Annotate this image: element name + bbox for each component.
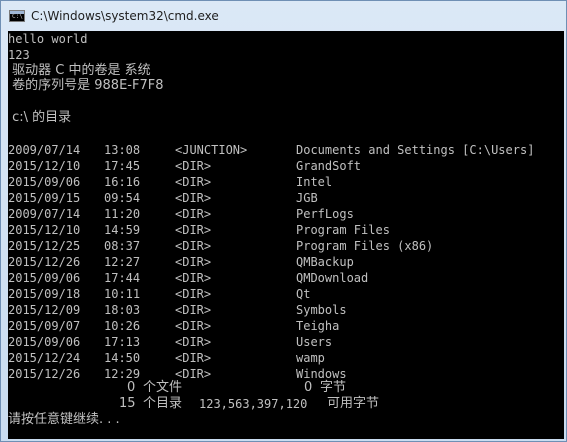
directory-entry-row: 2009/07/14 11:20 <DIR> PerfLogs [8, 206, 548, 222]
entry-time: 18:03 [104, 303, 141, 317]
serial-number-line: 卷的序列号是 988E-F7F8 [8, 78, 164, 93]
entry-time: 12:27 [104, 255, 141, 269]
entry-type: <DIR> [175, 175, 212, 189]
entry-date: 2015/12/10 [8, 159, 81, 173]
entry-name: QMBackup [296, 255, 354, 269]
dirs-summary-line: 15 个目录 123,563,397,120 可用字节 [8, 396, 548, 412]
entry-time: 10:11 [104, 287, 141, 301]
console-output[interactable]: hello world 123 驱动器 C 中的卷是 系统 卷的序列号是 988… [8, 31, 564, 439]
entry-type: <DIR> [175, 271, 212, 285]
files-bytes: 0 [304, 380, 313, 395]
entry-name: PerfLogs [296, 207, 354, 221]
entry-time: 10:26 [104, 319, 141, 333]
dirs-label: 个目录 [143, 396, 183, 411]
directory-entry-row: 2015/09/18 10:11 <DIR> Qt [8, 286, 548, 302]
entry-name: Program Files (x86) [296, 239, 434, 253]
entry-time: 16:16 [104, 175, 141, 189]
entry-type: <DIR> [175, 223, 212, 237]
directory-entry-row: 2015/12/10 17:45 <DIR> GrandSoft [8, 158, 548, 174]
console-line: hello world [8, 32, 88, 46]
entry-name: Qt [296, 287, 311, 301]
entry-name: JGB [296, 191, 318, 205]
entry-date: 2015/09/18 [8, 287, 81, 301]
entry-type: <DIR> [175, 335, 212, 349]
entry-date: 2009/07/14 [8, 143, 81, 157]
directory-header: c:\ 的目录 [8, 110, 72, 125]
entry-name: Teigha [296, 319, 340, 333]
entry-date: 2015/09/06 [8, 175, 81, 189]
entry-name: GrandSoft [296, 159, 362, 173]
free-bytes: 123,563,397,120 [199, 397, 308, 411]
entry-date: 2015/12/10 [8, 223, 81, 237]
directory-entry-row: 2015/12/09 18:03 <DIR> Symbols [8, 302, 548, 318]
free-label: 可用字节 [327, 396, 380, 411]
entry-name: Symbols [296, 303, 347, 317]
directory-entry-row: 2015/09/15 09:54 <DIR> JGB [8, 190, 548, 206]
directory-entry-row: 2015/12/25 08:37 <DIR> Program Files (x86) [8, 238, 548, 254]
entry-date: 2015/12/26 [8, 255, 81, 269]
directory-entry-row: 2015/12/26 12:27 <DIR> QMBackup [8, 254, 548, 270]
entry-date: 2009/07/14 [8, 207, 81, 221]
directory-entry-row: 2015/09/06 17:44 <DIR> QMDownload [8, 270, 548, 286]
entry-time: 11:20 [104, 207, 141, 221]
entry-time: 14:59 [104, 223, 141, 237]
entry-date: 2015/12/09 [8, 303, 81, 317]
entry-time: 08:37 [104, 239, 141, 253]
console-line: 123 [8, 48, 30, 62]
dirs-count: 15 [119, 396, 136, 411]
entry-date: 2015/12/24 [8, 351, 81, 365]
directory-entry-row: 2015/09/06 16:16 <DIR> Intel [8, 174, 548, 190]
entry-date: 2015/09/15 [8, 191, 81, 205]
files-summary-line: 0 个文件 0 字节 [8, 380, 548, 396]
entry-name: wamp [296, 351, 325, 365]
title-bar[interactable]: C:\ C:\Windows\system32\cmd.exe [1, 1, 566, 31]
window-title: C:\Windows\system32\cmd.exe [31, 9, 219, 23]
entry-type: <DIR> [175, 303, 212, 317]
entry-name: Program Files [296, 223, 390, 237]
directory-entry-row: 2009/07/14 13:08 <JUNCTION> Documents and S… [8, 142, 548, 158]
entry-time: 13:08 [104, 143, 141, 157]
entry-date: 2015/09/07 [8, 319, 81, 333]
entry-type: <DIR> [175, 239, 212, 253]
directory-entry-row: 2015/12/10 14:59 <DIR> Program Files [8, 222, 548, 238]
entry-type: <JUNCTION> [175, 143, 248, 157]
entry-date: 2015/09/06 [8, 335, 81, 349]
files-count: 0 [127, 380, 136, 395]
entry-time: 17:45 [104, 159, 141, 173]
cmd-icon[interactable]: C:\ [9, 10, 25, 22]
entry-type: <DIR> [175, 287, 212, 301]
directory-entry-row: 2015/09/06 17:13 <DIR> Users [8, 334, 548, 350]
entry-name: Users [296, 335, 333, 349]
entry-date: 2015/09/06 [8, 271, 81, 285]
entry-name: Intel [296, 175, 333, 189]
entry-name: QMDownload [296, 271, 369, 285]
volume-label-line: 驱动器 C 中的卷是 系统 [8, 63, 151, 78]
pause-prompt: 请按任意键继续. . . [8, 412, 120, 427]
bytes-label: 字节 [320, 380, 347, 395]
entry-date: 2015/12/25 [8, 239, 81, 253]
entry-name: Documents and Settings [C:\Users] [296, 143, 535, 157]
entry-type: <DIR> [175, 191, 212, 205]
files-label: 个文件 [143, 380, 183, 395]
directory-entry-row: 2015/12/24 14:50 <DIR> wamp [8, 350, 548, 366]
entry-time: 17:44 [104, 271, 141, 285]
entry-time: 17:13 [104, 335, 141, 349]
directory-entry-row: 2015/09/07 10:26 <DIR> Teigha [8, 318, 548, 334]
entry-type: <DIR> [175, 159, 212, 173]
entry-time: 14:50 [104, 351, 141, 365]
entry-time: 09:54 [104, 191, 141, 205]
entry-type: <DIR> [175, 255, 212, 269]
cmd-window: C:\ C:\Windows\system32\cmd.exe hello wo… [0, 0, 567, 442]
entry-type: <DIR> [175, 207, 212, 221]
entry-type: <DIR> [175, 351, 212, 365]
entry-type: <DIR> [175, 319, 212, 333]
